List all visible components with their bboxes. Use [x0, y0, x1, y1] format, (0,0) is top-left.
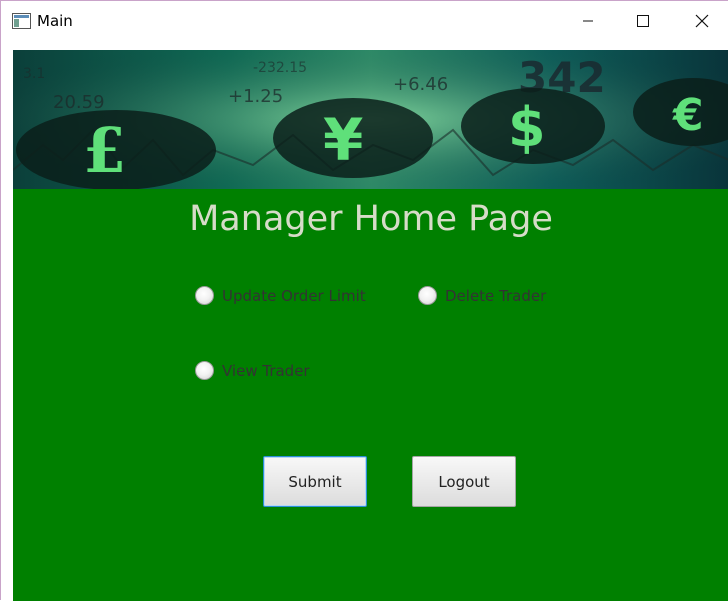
radio-button-icon[interactable] — [418, 286, 437, 305]
maximize-icon — [637, 15, 649, 27]
title-bar[interactable]: Main — [1, 1, 728, 41]
radio-button-icon[interactable] — [195, 286, 214, 305]
pound-symbol: £ — [83, 114, 126, 187]
currency-banner-image: 20.59 +1.25 +6.46 342 3.1 -232.15 £ ¥ $ … — [13, 50, 728, 189]
banner-number: +6.46 — [393, 74, 448, 95]
minimize-icon — [583, 20, 593, 22]
radio-delete-trader[interactable]: Delete Trader — [418, 286, 546, 305]
submit-button[interactable]: Submit — [263, 456, 367, 507]
logout-button[interactable]: Logout — [412, 456, 516, 507]
yen-symbol: ¥ — [323, 106, 363, 174]
minimize-button[interactable] — [565, 1, 611, 41]
radio-label[interactable]: Delete Trader — [445, 287, 546, 305]
euro-symbol: € — [672, 90, 704, 141]
banner-number: -232.15 — [253, 60, 307, 76]
close-button[interactable] — [679, 1, 725, 41]
app-window-icon — [12, 13, 31, 29]
main-window: Main 20.59 +1.25 +6.46 342 3.1 -232.15 £… — [0, 0, 728, 601]
window-title: Main — [37, 12, 73, 30]
radio-label[interactable]: View Trader — [222, 362, 310, 380]
radio-view-trader[interactable]: View Trader — [195, 361, 310, 380]
radio-label[interactable]: Update Order Limit — [222, 287, 366, 305]
radio-update-order-limit[interactable]: Update Order Limit — [195, 286, 366, 305]
page-title: Manager Home Page — [189, 199, 553, 239]
radio-button-icon[interactable] — [195, 361, 214, 380]
banner-number: 3.1 — [23, 66, 45, 82]
currency-banner-graphic: 20.59 +1.25 +6.46 342 3.1 -232.15 £ ¥ $ … — [13, 50, 728, 189]
banner-number: 20.59 — [53, 92, 105, 113]
manager-home-panel: 20.59 +1.25 +6.46 342 3.1 -232.15 £ ¥ $ … — [13, 50, 728, 601]
close-icon — [695, 14, 709, 28]
dollar-symbol: $ — [508, 96, 546, 159]
banner-number: +1.25 — [228, 86, 283, 107]
maximize-button[interactable] — [620, 1, 666, 41]
